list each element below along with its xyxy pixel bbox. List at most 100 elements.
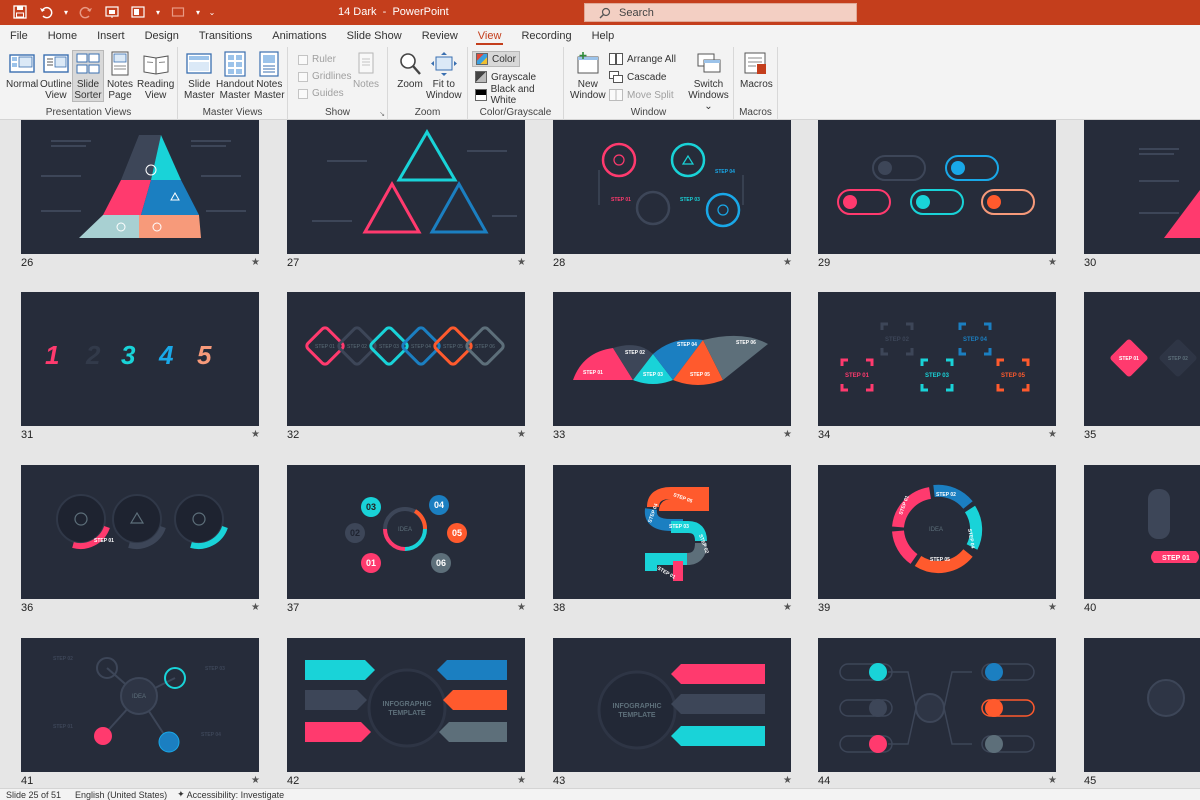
slide-number: 42 (287, 775, 300, 787)
round-buttons-infographic: STEP 01 (56, 494, 228, 549)
present-icon[interactable] (102, 3, 122, 21)
slide-thumbnail[interactable]: STEP 01 STEP 03 STEP 04 (553, 120, 791, 254)
slide-number: 33 (553, 429, 566, 441)
notes-master-button[interactable]: Notes Master (254, 51, 285, 101)
slide-thumbnail[interactable] (287, 120, 525, 254)
language-status[interactable]: English (United States) (75, 790, 167, 800)
save-icon[interactable] (10, 3, 30, 21)
slide-thumbnail[interactable]: STEP 01 STEP 02 STEP 03 STEP 04 STEP 05 (553, 465, 791, 599)
color-grayscale-group: Color Grayscale Black and White Color/Gr… (468, 47, 564, 120)
infographic-template-banners: INFOGRAPHIC TEMPLATE (305, 660, 507, 748)
macros-button[interactable]: Macros (740, 51, 773, 90)
slideshow-icon[interactable] (128, 3, 148, 21)
svg-text:2: 2 (85, 340, 101, 370)
zoom-button[interactable]: Zoom (396, 51, 424, 90)
tab-file[interactable]: File (0, 25, 38, 47)
switch-windows-button[interactable]: Switch Windows ⌄ (684, 51, 733, 112)
slide-thumbnail[interactable] (21, 120, 259, 254)
slide-thumbnail[interactable] (818, 638, 1056, 772)
undo-icon[interactable] (36, 3, 56, 21)
handout-master-button[interactable]: Handout Master (216, 51, 254, 101)
pill-options-infographic (837, 155, 1035, 215)
slide-thumbnail[interactable]: STEP 01 STEP 02 STEP 03 STEP 04 STEP 05 (818, 292, 1056, 426)
tab-help[interactable]: Help (582, 25, 625, 47)
gridlines-checkbox[interactable]: Gridlines (298, 71, 351, 82)
tab-transitions[interactable]: Transitions (189, 25, 262, 47)
slide-thumbnail[interactable]: STEP 01 (21, 465, 259, 599)
slide-thumbnail[interactable]: STEP 01 STEP 02 (1084, 292, 1200, 426)
new-window-button[interactable]: New Window (570, 51, 606, 101)
move-split-icon (609, 89, 623, 101)
numbers-infographic: 1 2 3 4 5 (45, 340, 212, 370)
tab-design[interactable]: Design (135, 25, 189, 47)
outline-view-icon (43, 54, 69, 73)
color-grayscale-label: Color/Grayscale (479, 107, 552, 118)
slide-number: 43 (553, 775, 566, 787)
undo-dropdown-icon[interactable]: ▾ (62, 3, 70, 21)
slide-thumbnail[interactable]: STEP 01 STEP 02 STEP 03 STEP 04 STEP 05 … (287, 292, 525, 426)
slide-thumbnail[interactable]: IDEA STEP 01 STEP 02 STEP 04 STEP 05 (818, 465, 1056, 599)
step-label: STEP 03 (680, 197, 700, 203)
step-label: STEP 05 (930, 557, 950, 563)
step-label: STEP 05 (443, 344, 463, 350)
slide-thumbnail[interactable] (1084, 638, 1200, 772)
slide-master-button[interactable]: Slide Master (184, 51, 215, 101)
template-title: INFOGRAPHIC (613, 703, 662, 710)
infographic-template-right-banners: INFOGRAPHIC TEMPLATE (597, 664, 765, 750)
number-label: 1 (45, 340, 59, 370)
slide-sorter-pane[interactable]: 26 ★ 27 ★ STEP 01 STEP 03 STEP 04 28 ★ 2… (0, 120, 1200, 788)
reading-view-icon (143, 55, 169, 75)
slide-thumbnail[interactable]: 03 02 01 04 05 06 IDEA (287, 465, 525, 599)
slide-thumbnail[interactable] (1084, 120, 1200, 254)
slide-thumbnail[interactable]: 1 2 3 4 5 (21, 292, 259, 426)
slide-thumbnail[interactable] (818, 120, 1056, 254)
tab-recording[interactable]: Recording (511, 25, 581, 47)
tab-slide-show[interactable]: Slide Show (337, 25, 412, 47)
slide-number: 31 (21, 429, 34, 441)
tab-view[interactable]: View (468, 25, 512, 47)
outline-view-button[interactable]: Outline View (40, 51, 72, 101)
tab-review[interactable]: Review (412, 25, 468, 47)
slide-thumbnail[interactable]: STEP 01 STEP 02 STEP 03 STEP 04 STEP 05 … (553, 292, 791, 426)
slide-thumbnail[interactable]: STEP 01 (1084, 465, 1200, 599)
triangle-infographic (41, 135, 246, 238)
move-split-button: Move Split (606, 87, 677, 103)
grayscale-button[interactable]: Grayscale (472, 69, 539, 85)
tab-insert[interactable]: Insert (87, 25, 135, 47)
zoom-label: Zoom (414, 107, 441, 118)
transition-star-icon: ★ (251, 775, 260, 786)
notes-page-button[interactable]: Notes Page (106, 51, 134, 101)
shape-dropdown-icon[interactable]: ▾ (194, 3, 202, 21)
step-label: STEP 02 (1168, 356, 1188, 362)
slide-thumbnail[interactable]: INFOGRAPHIC TEMPLATE (553, 638, 791, 772)
ribbon-tabs: File Home Insert Design Transitions Animation… (0, 25, 1200, 47)
transition-star-icon: ★ (517, 602, 526, 613)
reading-view-button[interactable]: Reading View (137, 51, 174, 101)
window-label: Window (630, 107, 667, 118)
guides-checkbox[interactable]: Guides (298, 88, 344, 99)
tab-home[interactable]: Home (38, 25, 87, 47)
slideshow-dropdown-icon[interactable]: ▾ (154, 3, 162, 21)
step-label: STEP 02 (885, 337, 910, 343)
normal-view-button[interactable]: Normal (6, 51, 38, 90)
arrange-all-button[interactable]: Arrange All (606, 51, 679, 67)
color-button[interactable]: Color (472, 51, 520, 67)
transition-star-icon: ★ (517, 775, 526, 786)
fit-to-window-button[interactable]: Fit to Window (426, 51, 462, 101)
transition-star-icon: ★ (783, 775, 792, 786)
search-box[interactable]: Search (584, 3, 857, 22)
accessibility-status[interactable]: Accessibility: Investigate (187, 790, 285, 800)
slide-sorter-button[interactable]: Slide Sorter (72, 50, 104, 102)
cascade-button[interactable]: Cascade (606, 69, 669, 85)
tab-animations[interactable]: Animations (262, 25, 336, 47)
grayscale-icon (475, 71, 487, 83)
shape-icon[interactable] (168, 3, 188, 21)
magnifier-icon (400, 53, 421, 75)
black-and-white-button[interactable]: Black and White (472, 84, 563, 106)
customize-qat-icon[interactable]: ⌄ (208, 3, 216, 21)
notes-page-icon (111, 51, 129, 76)
search-placeholder: Search (619, 6, 654, 19)
slide-thumbnail[interactable]: IDEA STEP 02 STEP 03 STEP 01 STEP 04 (21, 638, 259, 772)
slide-thumbnail[interactable]: INFOGRAPHIC TEMPLATE (287, 638, 525, 772)
slide-number: 32 (287, 429, 300, 441)
